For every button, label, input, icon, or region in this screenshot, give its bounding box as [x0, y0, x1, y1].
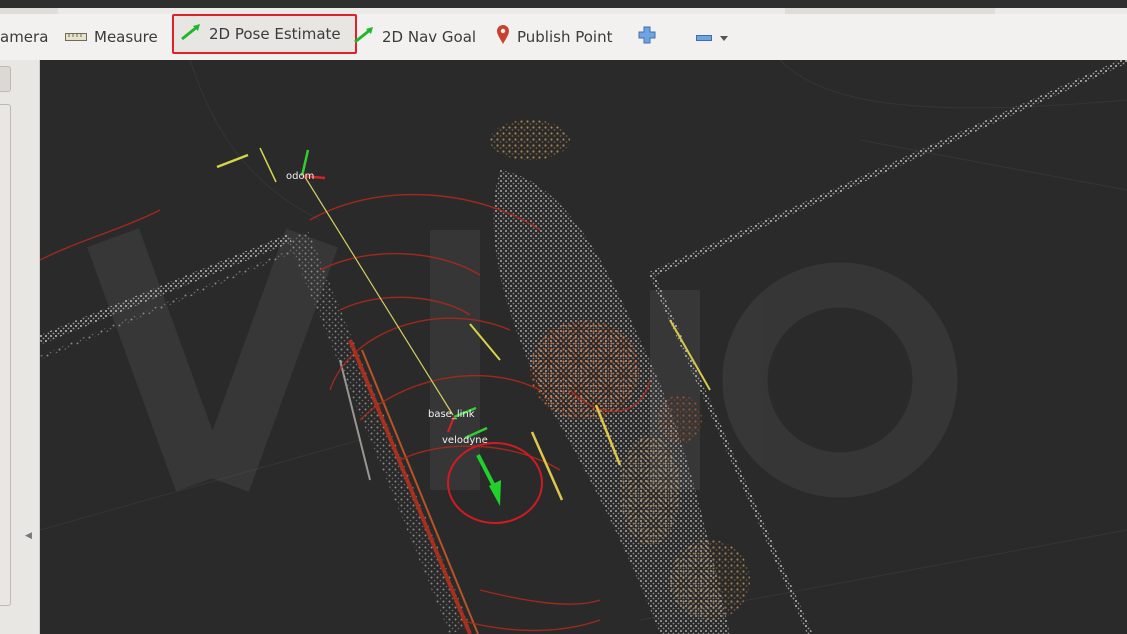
window-top-strip	[0, 0, 1127, 8]
nav-goal-tool-label: 2D Nav Goal	[382, 28, 477, 46]
pose-estimate-tool[interactable]: 2D Pose Estimate	[172, 14, 357, 54]
panel-tab[interactable]	[0, 66, 11, 92]
dropdown-arrow-icon[interactable]	[719, 28, 729, 46]
odom-frame-label: odom	[286, 171, 315, 182]
nav-arrow-icon	[353, 26, 375, 48]
map-pin-icon	[496, 25, 510, 49]
velodyne-frame-label: velodyne	[442, 435, 488, 446]
plus-icon	[638, 26, 656, 48]
green-arrow-icon	[180, 23, 202, 45]
camera-tool-label: amera	[0, 28, 49, 46]
camera-tool[interactable]: amera	[0, 24, 48, 50]
publish-point-tool-label: Publish Point	[517, 28, 613, 46]
measure-tool[interactable]: Measure	[65, 24, 158, 50]
nav-goal-tool[interactable]: 2D Nav Goal	[353, 24, 476, 50]
pose-estimate-tool-label: 2D Pose Estimate	[209, 25, 341, 43]
collapse-arrow-icon[interactable]: ◀	[25, 531, 32, 541]
publish-point-tool[interactable]: Publish Point	[496, 24, 612, 50]
3d-viewport[interactable]: odom base_link velodyne	[40, 60, 1127, 634]
panel-scroll-area[interactable]	[0, 104, 11, 606]
left-side-panel: ◀	[0, 60, 40, 634]
point-cloud-render	[40, 60, 1127, 634]
base-link-frame-label: base_link	[428, 409, 475, 420]
minus-icon	[696, 28, 712, 46]
remove-tool-button[interactable]	[696, 24, 729, 50]
tools-toolbar: amera Measure 2D Pose Estimate 2D Nav Go…	[0, 14, 1127, 60]
measure-tool-label: Measure	[94, 28, 158, 46]
add-tool-button[interactable]	[638, 24, 656, 50]
ruler-icon	[65, 28, 87, 46]
